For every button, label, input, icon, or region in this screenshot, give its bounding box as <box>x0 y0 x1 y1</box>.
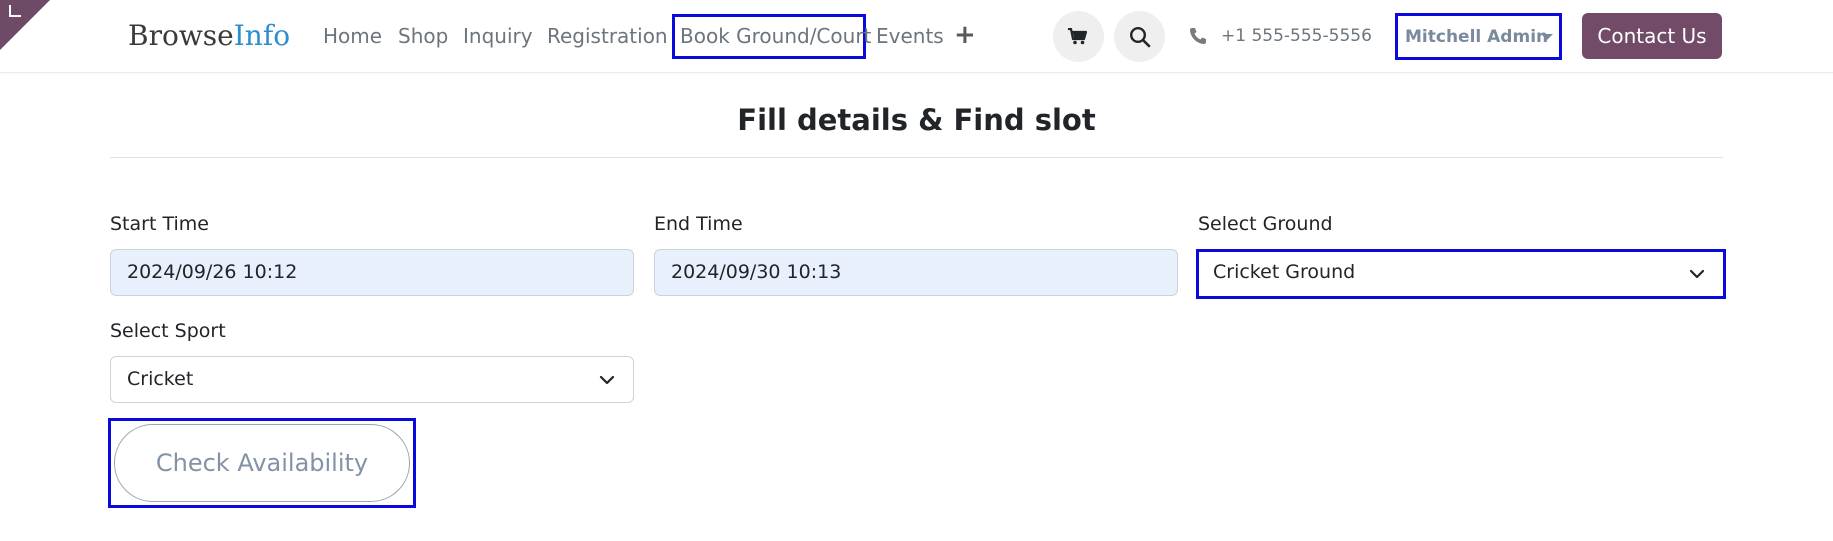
page-title: Fill details & Find slot <box>737 103 1096 137</box>
check-availability-highlight: Check Availability <box>108 418 416 508</box>
caret-down-icon <box>1541 34 1553 40</box>
chevron-down-icon <box>1689 269 1705 279</box>
cart-icon <box>1068 28 1088 45</box>
search-button[interactable] <box>1114 11 1165 62</box>
contact-us-button[interactable]: Contact Us <box>1582 13 1722 59</box>
select-ground-label: Select Ground <box>1198 213 1333 235</box>
select-sport-value: Cricket <box>127 368 194 390</box>
select-ground-value: Cricket Ground <box>1213 261 1356 283</box>
nav-item-home[interactable]: Home <box>323 24 382 48</box>
plus-icon[interactable]: + <box>954 20 976 50</box>
search-icon <box>1129 26 1151 48</box>
site-header: BrowseInfo Home Shop Inquiry Registratio… <box>0 0 1833 73</box>
cart-button[interactable] <box>1053 11 1104 62</box>
end-time-input[interactable]: 2024/09/30 10:13 <box>654 249 1178 296</box>
nav-item-shop[interactable]: Shop <box>398 24 448 48</box>
corner-icon <box>9 5 21 17</box>
user-name: Mitchell Admin <box>1405 27 1549 47</box>
phone-icon <box>1190 28 1206 44</box>
title-divider <box>110 157 1723 158</box>
select-sport-label: Select Sport <box>110 320 226 342</box>
check-availability-button[interactable]: Check Availability <box>114 424 410 502</box>
brand-name-primary: Browse <box>128 19 234 52</box>
start-time-input[interactable]: 2024/09/26 10:12 <box>110 249 634 296</box>
end-time-label: End Time <box>654 213 743 235</box>
editor-corner-tab[interactable] <box>0 0 50 50</box>
brand-name-accent: Info <box>233 19 291 52</box>
nav-item-registration[interactable]: Registration <box>547 24 668 48</box>
user-menu-dropdown[interactable]: Mitchell Admin <box>1395 13 1562 60</box>
brand-logo[interactable]: BrowseInfo <box>128 18 290 54</box>
nav-item-inquiry[interactable]: Inquiry <box>463 24 533 48</box>
chevron-down-icon <box>599 375 615 384</box>
select-ground-dropdown[interactable]: Cricket Ground <box>1196 249 1726 299</box>
nav-item-events[interactable]: Events <box>876 24 944 48</box>
start-time-label: Start Time <box>110 213 209 235</box>
nav-item-book-ground[interactable]: Book Ground/Court <box>680 24 871 48</box>
select-sport-dropdown[interactable]: Cricket <box>110 356 634 403</box>
phone-number[interactable]: +1 555-555-5556 <box>1221 25 1372 47</box>
